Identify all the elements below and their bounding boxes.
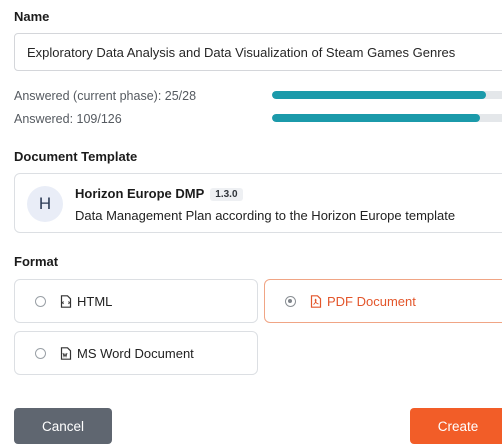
- name-input[interactable]: [14, 33, 502, 71]
- format-option-word-label: MS Word Document: [77, 345, 194, 361]
- radio-pdf[interactable]: [285, 295, 296, 307]
- html-file-icon: [60, 294, 72, 308]
- template-name: Horizon Europe DMP: [75, 186, 205, 201]
- create-button[interactable]: Create: [410, 408, 502, 444]
- progress-total-label: Answered: 109/126: [14, 112, 122, 126]
- pdf-file-icon: [310, 294, 322, 308]
- template-version-badge: 1.3.0: [210, 188, 243, 201]
- radio-html[interactable]: [35, 295, 46, 307]
- template-description: Data Management Plan according to the Ho…: [75, 208, 456, 223]
- name-label: Name: [14, 9, 50, 24]
- progress-current-phase-fill: [272, 91, 487, 99]
- cancel-button[interactable]: Cancel: [14, 408, 112, 444]
- format-option-pdf[interactable]: PDF Document: [264, 279, 502, 323]
- progress-total-bar: [272, 114, 502, 122]
- format-label: Format: [14, 254, 59, 269]
- radio-word[interactable]: [35, 347, 46, 359]
- word-file-icon: [60, 346, 72, 360]
- template-title: Horizon Europe DMP 1.3.0: [75, 186, 243, 201]
- template-card[interactable]: H Horizon Europe DMP 1.3.0 Data Managemen…: [14, 173, 502, 233]
- format-option-pdf-label: PDF Document: [327, 293, 416, 309]
- document-template-label: Document Template: [14, 149, 138, 164]
- format-option-html[interactable]: HTML: [14, 279, 258, 323]
- format-option-html-label: HTML: [77, 293, 113, 309]
- progress-current-phase-label: Answered (current phase): 25/28: [14, 89, 197, 103]
- template-avatar: H: [27, 186, 63, 222]
- progress-current-phase-bar: [272, 91, 502, 99]
- format-option-word[interactable]: MS Word Document: [14, 331, 258, 375]
- progress-total-fill: [272, 114, 480, 122]
